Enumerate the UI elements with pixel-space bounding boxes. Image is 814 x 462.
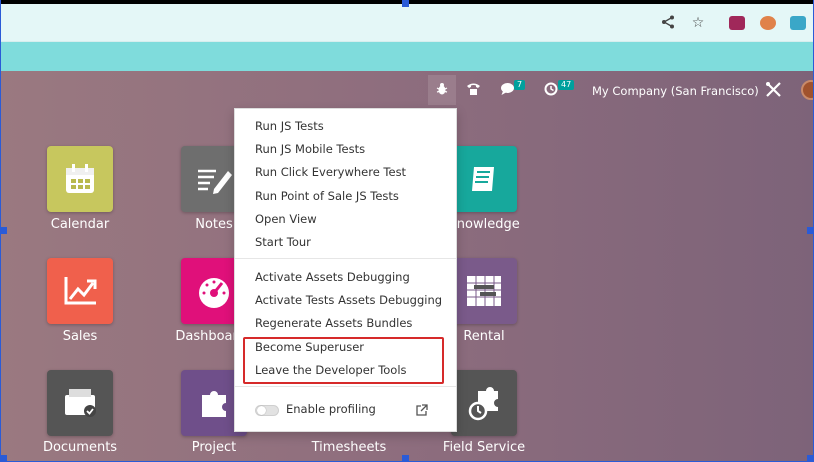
clock-icon[interactable] [544, 82, 558, 100]
highlight-box [243, 337, 444, 384]
phone-icon[interactable] [466, 82, 481, 100]
app-tile-calendar[interactable] [47, 146, 113, 212]
share-icon[interactable] [660, 15, 676, 31]
chat-icon[interactable] [500, 82, 515, 100]
app-label: Project [191, 440, 237, 455]
gauge-icon [199, 278, 229, 308]
company-switcher[interactable]: My Company (San Francisco) [592, 83, 759, 99]
field-service-icon [468, 387, 498, 421]
bug-icon [436, 82, 448, 100]
odoo-home-menu: 7 47 My Company (San Francisco) Calendar… [0, 71, 814, 462]
book-icon [472, 167, 494, 191]
browser-bookmarks-bar [0, 42, 814, 71]
selection-handle[interactable] [402, 455, 409, 462]
menu-divider [235, 386, 456, 387]
menu-item-enable-profiling[interactable]: Enable profiling [286, 402, 376, 416]
menu-item-run-pos-tests[interactable]: Run Point of Sale JS Tests [255, 189, 399, 203]
app-tile-rental[interactable] [451, 258, 517, 324]
menu-item-run-js-tests[interactable]: Run JS Tests [255, 119, 324, 133]
browser-toolbar: ☆ [0, 4, 814, 42]
chat-count-badge: 7 [514, 80, 526, 90]
selection-handle[interactable] [402, 0, 409, 7]
extension-icon[interactable] [729, 16, 745, 30]
selection-handle[interactable] [0, 227, 7, 234]
menu-item-activate-tests-assets-debugging[interactable]: Activate Tests Assets Debugging [255, 293, 442, 307]
app-tile-field-service[interactable] [451, 370, 517, 436]
menu-item-open-view[interactable]: Open View [255, 212, 317, 226]
calendar-icon [66, 164, 94, 193]
menu-item-regenerate-assets[interactable]: Regenerate Assets Bundles [255, 316, 412, 330]
app-label: Sales [62, 329, 98, 344]
notes-icon [198, 169, 232, 194]
extension-icon[interactable] [790, 16, 806, 30]
app-tile-knowledge[interactable] [451, 146, 517, 212]
activity-count-badge: 47 [558, 80, 575, 90]
selection-handle[interactable] [807, 227, 814, 234]
menu-item-start-tour[interactable]: Start Tour [255, 235, 311, 249]
sales-chart-icon [64, 277, 97, 305]
menu-item-run-click-everywhere[interactable]: Run Click Everywhere Test [255, 165, 406, 179]
selection-handle[interactable] [0, 455, 7, 462]
rental-schedule-icon [467, 276, 501, 306]
app-label: Documents [42, 440, 118, 455]
documents-icon [65, 389, 96, 417]
profiling-toggle[interactable] [255, 405, 279, 416]
app-tile-documents[interactable] [47, 370, 113, 436]
app-tile-sales[interactable] [47, 258, 113, 324]
puzzle-icon [202, 391, 226, 417]
tools-icon[interactable] [765, 81, 782, 102]
external-link-icon[interactable] [415, 402, 428, 421]
selection-handle[interactable] [807, 455, 814, 462]
menu-item-run-js-mobile-tests[interactable]: Run JS Mobile Tests [255, 142, 365, 156]
navbar: 7 47 My Company (San Francisco) [0, 71, 814, 109]
extension-icon[interactable] [760, 16, 776, 30]
menu-divider [235, 258, 456, 259]
app-label: Field Service [442, 440, 526, 455]
star-icon[interactable]: ☆ [690, 15, 706, 31]
app-label: Calendar [50, 217, 110, 232]
app-label: Timesheets [311, 440, 387, 455]
menu-item-activate-assets-debugging[interactable]: Activate Assets Debugging [255, 270, 410, 284]
